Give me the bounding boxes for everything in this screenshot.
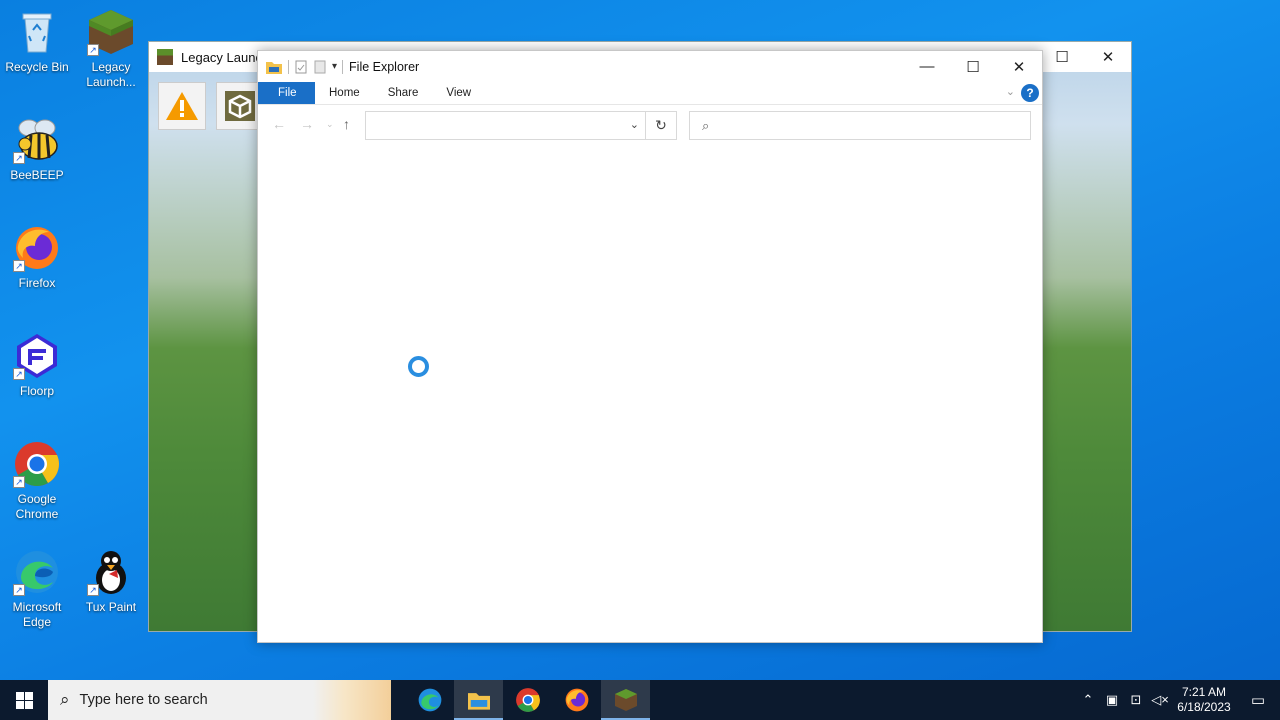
desktop-icon-label: Recycle Bin xyxy=(5,60,69,74)
taskbar: ⌕ Type here to search ⌃ ▣ ⊡ ◁× 7:21 AM 6… xyxy=(0,680,1280,720)
maximize-button[interactable]: ☐ xyxy=(1039,42,1085,72)
minimize-button[interactable]: — xyxy=(904,51,950,82)
shortcut-arrow-icon: ↗ xyxy=(87,584,99,596)
firefox-icon xyxy=(565,688,588,712)
address-bar[interactable]: ⌄ xyxy=(365,111,646,140)
shortcut-arrow-icon: ↗ xyxy=(13,476,25,488)
grass-block-icon xyxy=(614,689,637,711)
grass-block-icon: ↗ xyxy=(87,8,135,56)
taskbar-legacy-launcher[interactable] xyxy=(601,680,650,720)
properties-icon[interactable] xyxy=(294,60,308,74)
maximize-button[interactable]: ☐ xyxy=(950,51,996,82)
volume-muted-icon[interactable]: ◁× xyxy=(1148,692,1172,708)
chrome-icon: ↗ xyxy=(13,440,61,488)
chrome-icon xyxy=(515,688,540,712)
desktop-icon-recycle-bin[interactable]: Recycle Bin xyxy=(0,8,74,75)
navigation-bar: ← → ⌄ ↑ ⌄ ↻ ⌕ xyxy=(258,105,1042,145)
file-explorer-window[interactable]: ▾ File Explorer — ☐ ✕ File Home Share Vi… xyxy=(257,50,1043,643)
taskbar-file-explorer[interactable] xyxy=(454,680,503,720)
desktop-icon-label: BeeBEEP xyxy=(10,168,64,182)
new-folder-icon[interactable] xyxy=(313,60,327,74)
recycle-bin-icon xyxy=(13,8,61,56)
desktop-icon-label: Google Chrome xyxy=(15,492,59,521)
taskbar-search-placeholder: Type here to search xyxy=(79,692,208,708)
tab-home[interactable]: Home xyxy=(315,82,374,104)
clock-time: 7:21 AM xyxy=(1181,685,1227,699)
edge-icon: ↗ xyxy=(13,548,61,596)
ribbon-tabs: File Home Share View ⌄ ? xyxy=(258,82,1042,105)
close-button[interactable]: ✕ xyxy=(996,51,1042,82)
desktop-icon-tux-paint[interactable]: ↗ Tux Paint xyxy=(74,548,148,615)
desktop-icon-label: Firefox xyxy=(18,276,56,290)
desktop-icon-label: Legacy Launch... xyxy=(86,60,136,89)
chevron-down-icon[interactable]: ⌄ xyxy=(630,118,639,131)
windows-logo-icon xyxy=(15,691,33,709)
shortcut-arrow-icon: ↗ xyxy=(13,368,25,380)
folder-icon xyxy=(266,61,282,74)
grass-block-icon xyxy=(157,49,173,65)
clock[interactable]: 7:21 AM 6/18/2023 xyxy=(1172,685,1236,715)
device-icon[interactable]: ▣ xyxy=(1100,692,1124,708)
desktop-icon-label: Floorp xyxy=(19,384,54,398)
search-highlight-image xyxy=(313,680,391,720)
system-tray: ⌃ ▣ ⊡ ◁× 7:21 AM 6/18/2023 ▭ xyxy=(1076,680,1280,720)
taskbar-chrome[interactable] xyxy=(503,680,552,720)
folder-icon xyxy=(467,693,490,710)
warning-icon xyxy=(166,92,198,120)
shortcut-arrow-icon: ↗ xyxy=(13,152,25,164)
tab-view[interactable]: View xyxy=(432,82,485,104)
desktop-icon-firefox[interactable]: ↗ Firefox xyxy=(0,224,74,291)
ribbon-expand-icon[interactable]: ⌄ xyxy=(1006,85,1015,98)
notification-icon[interactable]: ▭ xyxy=(1236,691,1280,709)
up-arrow-icon[interactable]: ↑ xyxy=(343,116,350,132)
chevron-up-icon[interactable]: ⌃ xyxy=(1076,692,1100,708)
floorp-icon: ↗ xyxy=(13,332,61,380)
warning-button[interactable] xyxy=(158,82,206,130)
firefox-icon: ↗ xyxy=(13,224,61,272)
window-title: File Explorer xyxy=(349,59,420,74)
cube-icon xyxy=(225,91,255,121)
search-icon: ⌕ xyxy=(60,690,70,709)
desktop-icon-floorp[interactable]: ↗ Floorp xyxy=(0,332,74,399)
explorer-titlebar[interactable]: ▾ File Explorer — ☐ ✕ xyxy=(258,51,1042,82)
start-button[interactable] xyxy=(0,680,48,720)
refresh-icon: ↻ xyxy=(655,117,667,133)
clock-date: 6/18/2023 xyxy=(1177,700,1231,714)
search-field[interactable]: ⌕ xyxy=(689,111,1031,140)
shortcut-arrow-icon: ↗ xyxy=(87,44,99,56)
desktop-icon-google-chrome[interactable]: ↗ Google Chrome xyxy=(0,440,74,522)
refresh-button[interactable]: ↻ xyxy=(646,111,677,140)
desktop-icon-beebeep[interactable]: ↗ BeeBEEP xyxy=(0,116,74,183)
shortcut-arrow-icon: ↗ xyxy=(13,584,25,596)
help-button[interactable]: ? xyxy=(1021,84,1039,102)
desktop-icon-legacy-launcher[interactable]: ↗ Legacy Launch... xyxy=(74,8,148,90)
bee-icon: ↗ xyxy=(13,116,61,164)
edge-icon xyxy=(418,688,441,712)
search-icon: ⌕ xyxy=(702,118,710,133)
shortcut-arrow-icon: ↗ xyxy=(13,260,25,272)
back-arrow-icon[interactable]: ← xyxy=(272,116,286,132)
penguin-icon: ↗ xyxy=(87,548,135,596)
desktop-icon-microsoft-edge[interactable]: ↗ Microsoft Edge xyxy=(0,548,74,630)
recent-locations-chevron-icon[interactable]: ⌄ xyxy=(326,119,334,130)
taskbar-search-box[interactable]: ⌕ Type here to search xyxy=(48,680,391,720)
close-button[interactable]: ✕ xyxy=(1085,42,1131,72)
tab-file[interactable]: File xyxy=(258,82,315,104)
network-icon[interactable]: ⊡ xyxy=(1124,692,1148,708)
launcher-title: Legacy Launch xyxy=(181,49,270,65)
desktop-icon-label: Microsoft Edge xyxy=(12,600,62,629)
quick-access-dropdown-icon[interactable]: ▾ xyxy=(332,61,337,72)
forward-arrow-icon[interactable]: → xyxy=(300,116,314,132)
desktop-icon-label: Tux Paint xyxy=(85,600,137,614)
loading-spinner-icon xyxy=(408,356,429,377)
taskbar-firefox[interactable] xyxy=(552,680,601,720)
tab-share[interactable]: Share xyxy=(374,82,433,104)
taskbar-edge[interactable] xyxy=(405,680,454,720)
